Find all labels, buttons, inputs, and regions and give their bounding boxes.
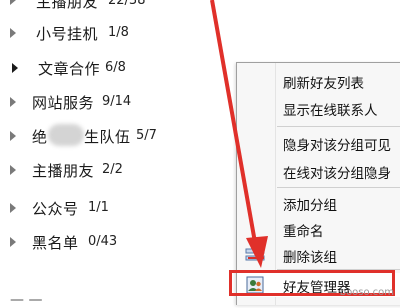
menu-separator xyxy=(277,187,400,188)
group-count: 6/8 xyxy=(105,60,126,75)
group-name: 主播朋友 xyxy=(32,162,95,180)
delete-group-icon xyxy=(245,248,265,261)
menu-item-online-hidden-from-group[interactable]: 在线对该分组隐身 xyxy=(237,159,400,183)
group-count: 2/2 xyxy=(102,162,123,177)
watermark: booso.com xyxy=(339,287,394,298)
group-name: 主播朋友 xyxy=(36,0,99,11)
group-row-heimingdan[interactable]: 黑名单 0/43 xyxy=(0,229,240,255)
expand-arrow-icon[interactable] xyxy=(10,203,16,213)
group-context-menu: 刷新好友列表 显示在线联系人 隐身对该分组可见 在线对该分组隐身 添加分组 重命… xyxy=(236,62,400,305)
blurred-name-mask xyxy=(48,124,84,146)
group-count: 1/8 xyxy=(108,25,129,40)
expand-arrow-icon[interactable] xyxy=(10,131,16,141)
menu-item-label: 显示在线联系人 xyxy=(283,103,378,119)
group-count: 1/1 xyxy=(88,200,109,215)
group-name: 黑名单 xyxy=(32,234,79,252)
group-row-wenzhang[interactable]: 文章合作 6/8 xyxy=(0,55,240,81)
menu-item-delete-group[interactable]: 删除该组 xyxy=(237,243,400,267)
group-row-wangzhan[interactable]: 网站服务 9/14 xyxy=(0,89,240,115)
menu-item-label: 添加分组 xyxy=(283,198,337,214)
group-name: 绝 xyxy=(32,128,48,146)
group-row-zhubo[interactable]: 主播朋友 2/2 xyxy=(0,157,240,183)
expand-arrow-icon[interactable] xyxy=(10,165,16,175)
menu-item-label: 重命名 xyxy=(283,224,324,240)
group-count: 5/7 xyxy=(136,128,157,143)
group-row-top-partial[interactable]: 主播朋友 22/38 xyxy=(0,0,240,13)
menu-item-show-online[interactable]: 显示在线联系人 xyxy=(237,96,400,120)
expand-arrow-icon[interactable] xyxy=(12,63,18,73)
menu-item-label: 在线对该分组隐身 xyxy=(283,166,391,182)
menu-item-rename[interactable]: 重命名 xyxy=(237,217,400,241)
group-name: 公众号 xyxy=(32,200,79,218)
expand-arrow-icon[interactable] xyxy=(10,28,16,38)
menu-separator xyxy=(277,126,400,127)
group-row-jueshi[interactable]: 绝 生队伍 5/7 xyxy=(0,123,240,149)
contact-group-list: 主播朋友 22/38 小号挂机 1/8 文章合作 6/8 网站服务 9/14 绝… xyxy=(0,0,240,300)
expand-arrow-icon[interactable] xyxy=(10,237,16,247)
menu-item-invisible-visible-to-group[interactable]: 隐身对该分组可见 xyxy=(237,131,400,155)
group-count: 22/38 xyxy=(108,0,146,8)
menu-item-label: 删除该组 xyxy=(283,250,337,266)
menu-item-label: 刷新好友列表 xyxy=(283,76,364,92)
group-name-suffix: 生队伍 xyxy=(84,128,131,146)
menu-item-refresh-friends[interactable]: 刷新好友列表 xyxy=(237,69,400,93)
group-name: 小号挂机 xyxy=(36,25,99,43)
menu-item-label: 隐身对该分组可见 xyxy=(283,138,391,154)
group-count: 0/43 xyxy=(88,234,118,249)
group-name: 网站服务 xyxy=(32,94,95,112)
expand-arrow-icon[interactable] xyxy=(10,0,16,5)
group-row-gongzhonghao[interactable]: 公众号 1/1 xyxy=(0,195,240,221)
expand-arrow-icon[interactable] xyxy=(10,97,16,107)
group-row-xiaohao[interactable]: 小号挂机 1/8 xyxy=(0,20,240,46)
menu-item-add-group[interactable]: 添加分组 xyxy=(237,191,400,215)
group-name: 文章合作 xyxy=(38,60,101,78)
bottom-partial-row: — — xyxy=(10,292,43,308)
group-count: 9/14 xyxy=(102,94,132,109)
